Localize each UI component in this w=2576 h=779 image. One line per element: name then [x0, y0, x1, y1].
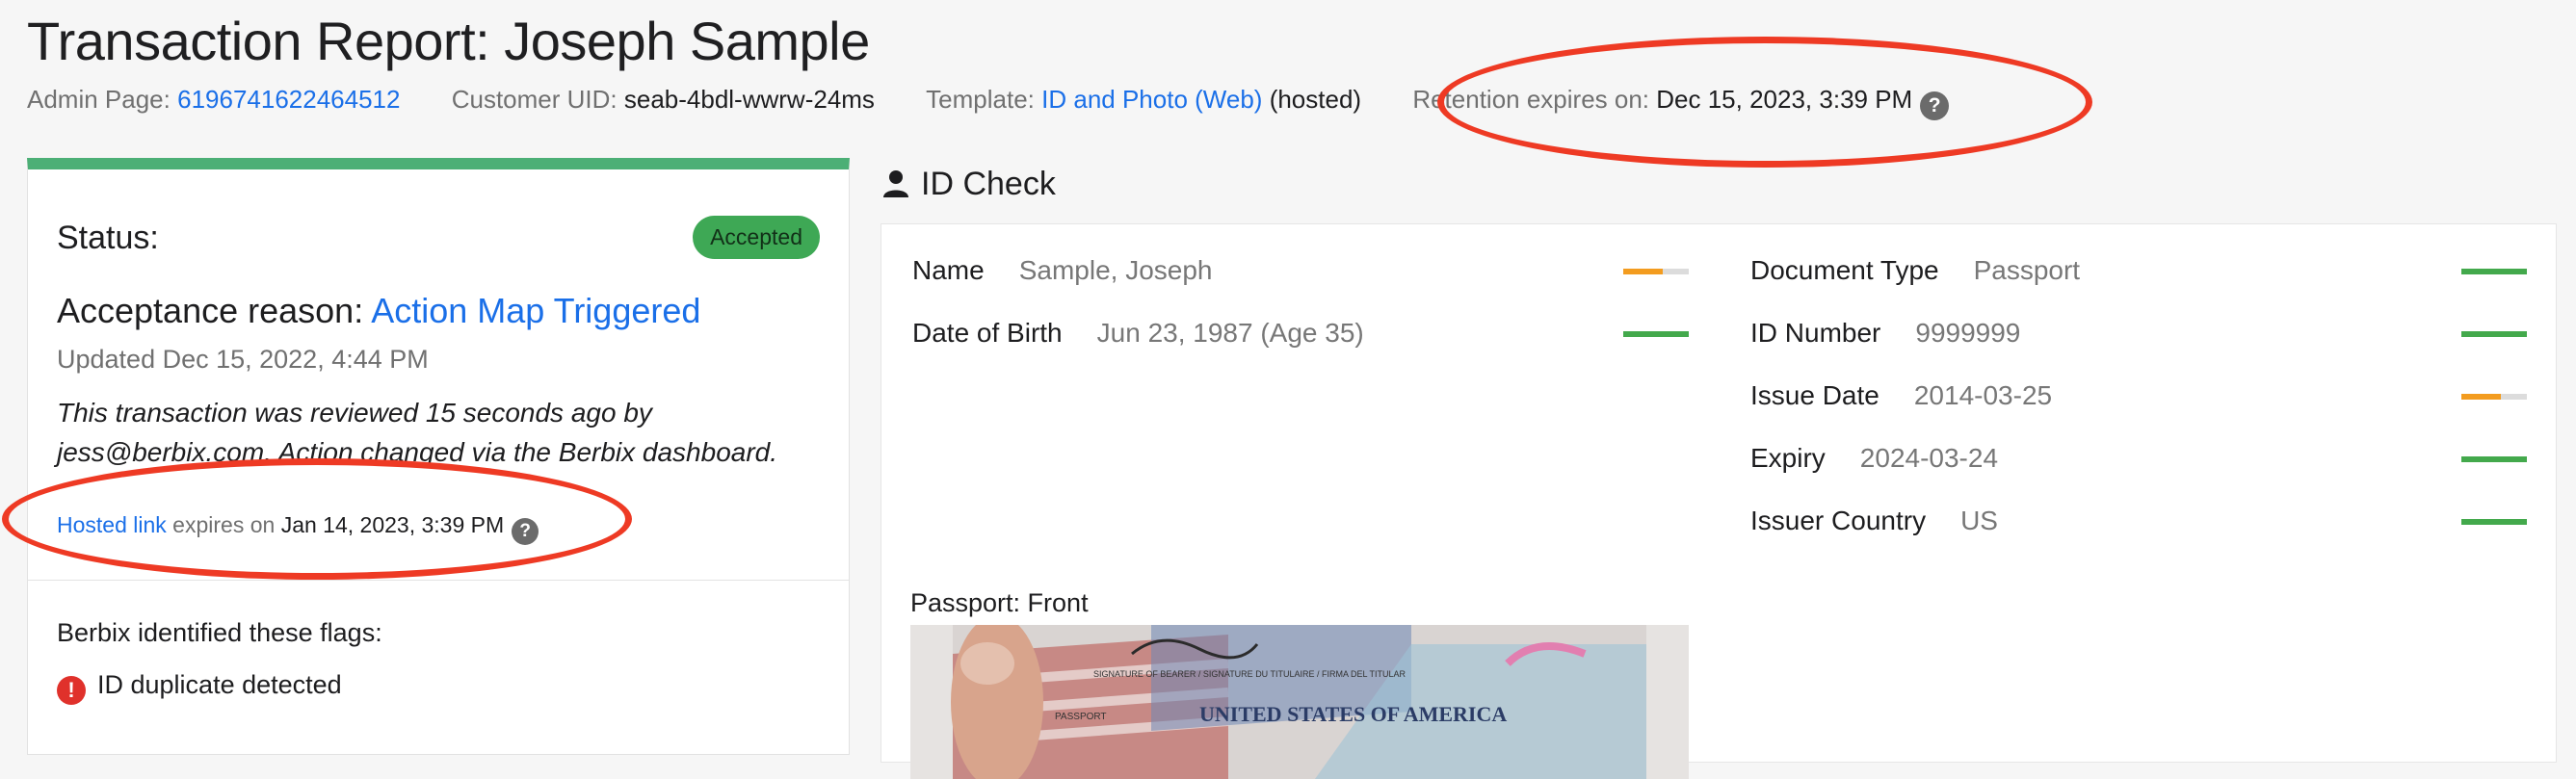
help-icon[interactable]: ?: [512, 518, 539, 545]
customer-uid-meta: Customer UID: seab-4bdl-wwrw-24ms: [452, 85, 881, 114]
score-bar: [2461, 269, 2527, 274]
report-meta: Admin Page: 6196741622464512 Customer UI…: [27, 85, 1950, 120]
field-id-number: ID Number 9999999: [1750, 318, 2020, 349]
template-meta: Template: ID and Photo (Web) (hosted): [926, 85, 1368, 114]
field-value: 2014-03-25: [1913, 380, 2053, 410]
acceptance-reason-label: Acceptance reason:: [57, 291, 364, 330]
status-label: Status:: [57, 220, 159, 256]
hosted-link[interactable]: Hosted link: [57, 512, 167, 537]
field-label: Document Type: [1750, 255, 1939, 285]
score-fill: [2461, 331, 2527, 337]
divider: [28, 580, 849, 581]
field-label: ID Number: [1750, 318, 1881, 348]
score-bar: [1623, 331, 1689, 337]
id-check-card: Name Sample, Joseph Date of Birth Jun 23, …: [881, 223, 2557, 779]
score-fill: [2461, 456, 2527, 462]
retention-label: Retention expires on:: [1412, 85, 1650, 114]
field-label: Issue Date: [1750, 380, 1879, 410]
field-value: Passport: [1973, 255, 2081, 285]
score-bar: [2461, 519, 2527, 525]
signature-caption: SIGNATURE OF BEARER / SIGNATURE DU TITUL…: [1093, 669, 1406, 679]
hosted-expires-label: expires on: [172, 512, 276, 537]
field-value: US: [1960, 506, 1998, 535]
field-label: Expiry: [1750, 443, 1826, 473]
score-fill: [1623, 269, 1663, 274]
score-bar: [2461, 331, 2527, 337]
flags-title: Berbix identified these flags:: [57, 618, 382, 647]
updated-timestamp: Updated Dec 15, 2022, 4:44 PM: [57, 345, 429, 374]
acceptance-reason-link[interactable]: Action Map Triggered: [371, 291, 700, 330]
customer-uid-value: seab-4bdl-wwrw-24ms: [623, 85, 875, 114]
admin-page-label: Admin Page:: [27, 85, 171, 114]
score-fill: [1623, 331, 1689, 337]
review-note: This transaction was reviewed 15 seconds…: [57, 398, 778, 467]
field-label: Name: [912, 255, 985, 285]
field-value: 9999999: [1915, 318, 2021, 348]
flag-text: ID duplicate detected: [97, 670, 342, 699]
field-name: Name Sample, Joseph: [912, 255, 1213, 286]
field-document-type: Document Type Passport: [1750, 255, 2080, 286]
template-suffix: (hosted): [1269, 85, 1362, 114]
id-check-title: ID Check: [921, 166, 1056, 202]
admin-page-link[interactable]: 6196741622464512: [177, 85, 400, 114]
hosted-link-expiry: Hosted link expires on Jan 14, 2023, 3:3…: [57, 512, 539, 545]
passport-front-image[interactable]: SIGNATURE OF BEARER / SIGNATURE DU TITUL…: [910, 625, 1689, 779]
hosted-expires-date: Jan 14, 2023, 3:39 PM: [280, 512, 505, 537]
field-value: Sample, Joseph: [1018, 255, 1213, 285]
status-badge: Accepted: [693, 216, 820, 259]
field-issue-date: Issue Date 2014-03-25: [1750, 380, 2052, 411]
template-link[interactable]: ID and Photo (Web): [1041, 85, 1262, 114]
page-title: Transaction Report: Joseph Sample: [27, 11, 870, 71]
retention-date: Dec 15, 2023, 3:39 PM: [1656, 85, 1913, 114]
field-issuer-country: Issuer Country US: [1750, 506, 1998, 536]
flag-item: ! ID duplicate detected: [57, 670, 342, 705]
alert-icon: !: [57, 676, 86, 705]
acceptance-reason: Acceptance reason: Action Map Triggered: [57, 291, 700, 331]
field-value: Jun 23, 1987 (Age 35): [1096, 318, 1364, 348]
field-expiry: Expiry 2024-03-24: [1750, 443, 1998, 474]
score-bar: [1623, 269, 1689, 274]
id-check-header: ID Check: [882, 166, 1056, 203]
field-value: 2024-03-24: [1859, 443, 1999, 473]
customer-uid-label: Customer UID:: [451, 85, 618, 114]
field-label: Date of Birth: [912, 318, 1063, 348]
passport-photo: SIGNATURE OF BEARER / SIGNATURE DU TITUL…: [910, 625, 1689, 779]
field-date-of-birth: Date of Birth Jun 23, 1987 (Age 35): [912, 318, 1364, 349]
passport-small-text: PASSPORT: [1055, 712, 1107, 722]
score-fill: [2461, 519, 2527, 525]
field-label: Issuer Country: [1750, 506, 1927, 535]
template-label: Template:: [926, 85, 1035, 114]
passport-country-text: UNITED STATES OF AMERICA: [1199, 702, 1507, 726]
score-bar: [2461, 394, 2527, 400]
person-icon: [883, 170, 908, 197]
admin-page-meta: Admin Page: 6196741622464512: [27, 85, 407, 114]
score-fill: [2461, 269, 2527, 274]
retention-meta: Retention expires on: Dec 15, 2023, 3:39…: [1412, 85, 1950, 120]
status-card: Status: Accepted Acceptance reason: Acti…: [27, 158, 850, 755]
score-bar: [2461, 456, 2527, 462]
help-icon[interactable]: ?: [1920, 91, 1950, 120]
passport-front-label: Passport: Front: [910, 588, 1089, 617]
score-fill: [2461, 394, 2501, 400]
